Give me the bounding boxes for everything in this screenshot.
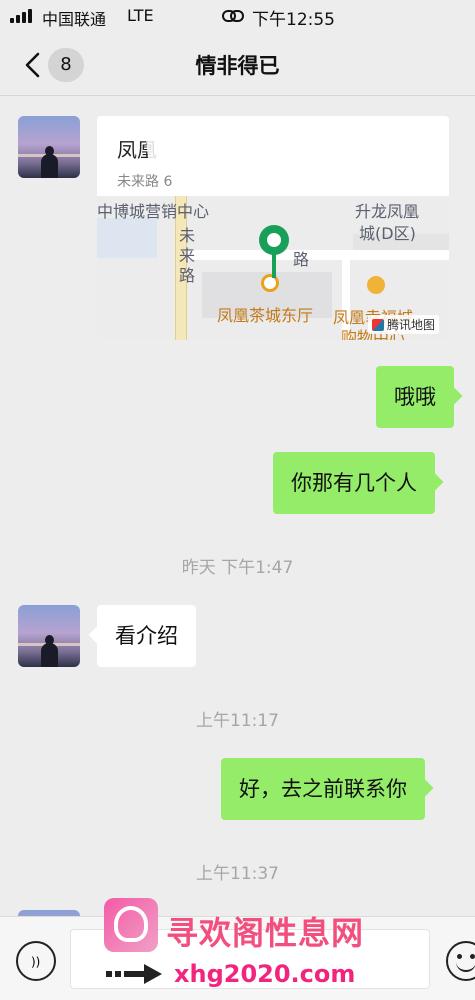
contact-avatar[interactable] [18,605,80,667]
emoji-button[interactable] [446,941,475,981]
network-type: LTE [127,6,154,25]
message-bubble-received[interactable]: 看介绍 [97,605,196,667]
message-timestamp: 上午11:37 [196,864,279,884]
redaction-mark [177,160,287,182]
location-message[interactable]: 凤凰 未来路 6 中博城营销中心 升龙凤凰 城(D区) 未来路 路 凤凰茶城东厅… [97,116,449,340]
carrier-name: 中国联通 [42,10,107,29]
map-label: 中博城营销中心 [97,202,210,221]
voice-input-button[interactable]: )) [16,941,56,981]
message-bubble-sent[interactable]: 好，去之前联系你 [221,758,425,820]
map-label: 路 [293,250,310,269]
map-preview[interactable]: 中博城营销中心 升龙凤凰 城(D区) 未来路 路 凤凰茶城东厅 凤凰幸福城 购物… [97,196,449,340]
chat-header: 8 情非得已 [0,32,475,96]
chat-title: 情非得已 [195,54,280,78]
watermark-url: xhg2020.com [174,960,356,988]
message-timestamp: 上午11:17 [196,711,279,731]
link-icon [222,10,244,22]
redaction-mark [207,122,297,150]
message-bubble-sent[interactable]: 哦哦 [376,366,454,428]
signal-icon [10,9,34,23]
arrow-right-icon [106,964,162,984]
map-provider-logo: 腾讯地图 [367,315,439,334]
location-pin-icon [259,225,289,278]
message-bubble-sent[interactable]: 你那有几个人 [273,452,435,514]
message-timestamp: 昨天 下午1:47 [181,558,294,578]
contact-avatar[interactable] [18,116,80,178]
location-address: 未来路 6 [117,174,173,190]
map-label: 城(D区) [359,224,416,243]
watermark-title: 寻欢阁性息网 [166,914,365,952]
watermark-logo [104,898,158,952]
voice-icon: )) [31,955,41,969]
map-label: 升龙凤凰 [355,202,420,221]
site-watermark: 寻欢阁性息网 xhg2020.com [104,898,384,996]
map-label: 凤凰茶城东厅 [217,306,314,325]
status-time: 下午12:55 [252,10,335,30]
status-bar: 中国联通 LTE 下午12:55 [0,0,475,32]
poi-marker-icon [367,276,385,294]
map-label: 未来路 [179,226,196,285]
